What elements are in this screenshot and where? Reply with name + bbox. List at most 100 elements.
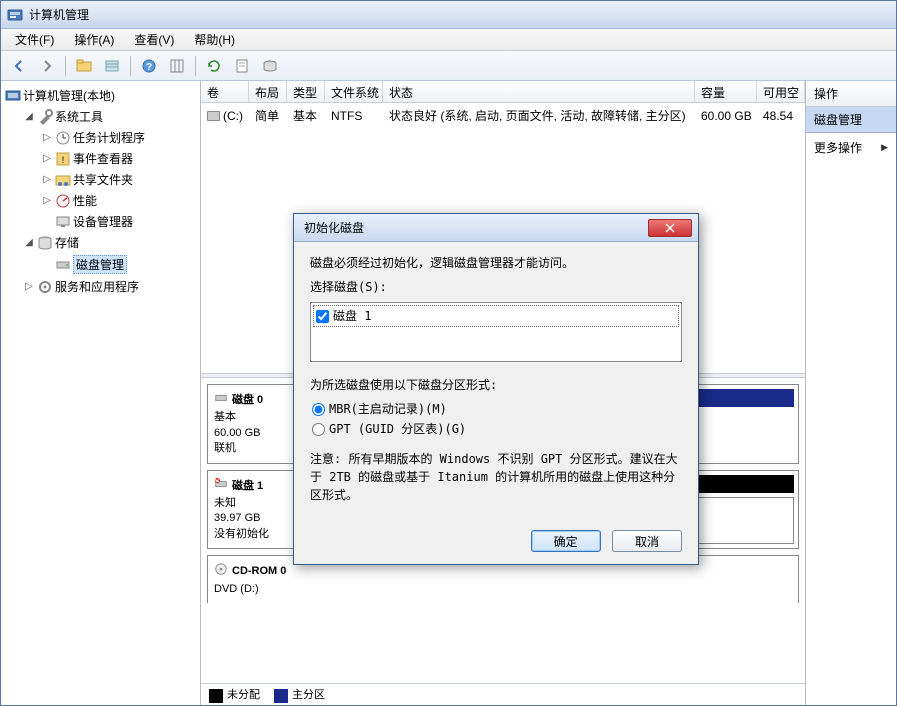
tree-diskmgmt[interactable]: 磁盘管理 (39, 253, 198, 276)
back-button[interactable] (7, 54, 31, 78)
disk0-status: 联机 (214, 441, 301, 456)
tree-devmgr[interactable]: 设备管理器 (39, 211, 198, 232)
device-icon (55, 214, 71, 230)
perf-icon (55, 193, 71, 209)
disk-warn-icon (214, 477, 228, 496)
disk1-checkbox[interactable] (316, 310, 329, 323)
collapse-icon[interactable]: ◢ (23, 111, 35, 122)
partition-style-label: 为所选磁盘使用以下磁盘分区形式: (310, 376, 682, 394)
storage-icon (37, 235, 53, 251)
app-icon (7, 7, 23, 23)
disk1-checkbox-label: 磁盘 1 (333, 307, 371, 325)
cell-free: 48.54 (757, 105, 805, 126)
tree-eventlog[interactable]: ▷!事件查看器 (39, 148, 198, 169)
disk-util-icon[interactable] (258, 54, 282, 78)
cancel-button[interactable]: 取消 (612, 530, 682, 552)
menu-file[interactable]: 文件(F) (7, 29, 62, 50)
disk-icon (214, 391, 228, 410)
initialize-disk-dialog: 初始化磁盘 磁盘必须经过初始化，逻辑磁盘管理器才能访问。 选择磁盘(S): 磁盘… (293, 213, 699, 565)
swatch-unallocated (209, 689, 223, 703)
cell-status: 状态良好 (系统, 启动, 页面文件, 活动, 故障转储, 主分区) (383, 105, 695, 126)
titlebar: 计算机管理 (1, 1, 896, 29)
svg-text:?: ? (146, 62, 152, 73)
collapse-icon[interactable]: ◢ (23, 237, 35, 248)
tree-label: 任务计划程序 (73, 129, 145, 146)
refresh-icon[interactable] (202, 54, 226, 78)
dialog-select-label: 选择磁盘(S): (310, 278, 682, 296)
col-capacity[interactable]: 容量 (695, 81, 757, 102)
col-volume[interactable]: 卷 (201, 81, 249, 102)
tree-label: 磁盘管理 (73, 255, 127, 274)
actions-pane: 操作 磁盘管理 更多操作▶ (806, 81, 896, 705)
columns-icon[interactable] (165, 54, 189, 78)
clock-icon (55, 130, 71, 146)
expand-icon[interactable]: ▷ (23, 281, 35, 292)
explorer-icon[interactable] (72, 54, 96, 78)
disk-select-list[interactable]: 磁盘 1 (310, 302, 682, 362)
menubar: 文件(F) 操作(A) 查看(V) 帮助(H) (1, 29, 896, 51)
cdrom-icon (214, 562, 228, 581)
col-free[interactable]: 可用空 (757, 81, 805, 102)
tree-label: 性能 (73, 192, 97, 209)
gpt-label: GPT (GUID 分区表)(G) (329, 420, 466, 438)
event-icon: ! (55, 151, 71, 167)
col-type[interactable]: 类型 (287, 81, 325, 102)
disk-icon (55, 257, 71, 273)
col-status[interactable]: 状态 (383, 81, 695, 102)
tree-label: 共享文件夹 (73, 171, 133, 188)
actions-diskmgmt[interactable]: 磁盘管理 (806, 107, 896, 133)
tree-shared[interactable]: ▷ 共享文件夹 (39, 169, 198, 190)
disk1-status: 没有初始化 (214, 527, 301, 542)
list-icon[interactable] (100, 54, 124, 78)
gpt-radio[interactable] (312, 423, 325, 436)
svg-text:!: ! (62, 155, 65, 165)
tree-root-label: 计算机管理(本地) (23, 87, 115, 104)
disk0-type: 基本 (214, 410, 301, 425)
mbr-radio[interactable] (312, 403, 325, 416)
tree-root[interactable]: 计算机管理(本地) (3, 85, 198, 106)
menu-help[interactable]: 帮助(H) (186, 29, 243, 50)
tree-systools[interactable]: ◢ 系统工具 (21, 106, 198, 127)
chevron-right-icon: ▶ (881, 142, 888, 153)
tree-scheduler[interactable]: ▷ 任务计划程序 (39, 127, 198, 148)
tree-storage[interactable]: ◢ 存储 (21, 232, 198, 253)
actions-header: 操作 (806, 81, 896, 107)
expand-icon[interactable]: ▷ (41, 153, 53, 164)
menu-view[interactable]: 查看(V) (126, 29, 182, 50)
tree-services[interactable]: ▷服务和应用程序 (21, 276, 198, 297)
dialog-note: 注意: 所有早期版本的 Windows 不识别 GPT 分区形式。建议在大于 2… (310, 450, 682, 504)
actions-more[interactable]: 更多操作▶ (806, 133, 896, 162)
computer-icon (5, 88, 21, 104)
expand-icon[interactable]: ▷ (41, 174, 53, 185)
disk0-name: 磁盘 0 (232, 393, 263, 408)
ok-button[interactable]: 确定 (531, 530, 601, 552)
cell-capacity: 60.00 GB (695, 105, 757, 126)
expand-icon[interactable]: ▷ (41, 132, 53, 143)
col-layout[interactable]: 布局 (249, 81, 287, 102)
dialog-titlebar[interactable]: 初始化磁盘 (294, 214, 698, 242)
disk1-type: 未知 (214, 496, 301, 511)
close-button[interactable] (648, 219, 692, 237)
cell-type: 基本 (287, 105, 325, 126)
window-title: 计算机管理 (29, 6, 89, 23)
cdrom-sub: DVD (D:) (214, 582, 302, 597)
disk0-size: 60.00 GB (214, 426, 301, 441)
disk1-size: 39.97 GB (214, 511, 301, 526)
help-icon[interactable]: ? (137, 54, 161, 78)
cell-layout: 简单 (249, 105, 287, 126)
tree-perf[interactable]: ▷ 性能 (39, 190, 198, 211)
legend-unallocated: 未分配 (227, 689, 260, 701)
forward-button[interactable] (35, 54, 59, 78)
cell-volume: (C:) (223, 109, 243, 123)
disk-select-item[interactable]: 磁盘 1 (313, 305, 679, 327)
volume-row[interactable]: (C:) 简单 基本 NTFS 状态良好 (系统, 启动, 页面文件, 活动, … (201, 103, 805, 128)
tree-label: 系统工具 (55, 108, 103, 125)
toolbar: ? (1, 51, 896, 81)
notes-icon[interactable] (230, 54, 254, 78)
dialog-message: 磁盘必须经过初始化，逻辑磁盘管理器才能访问。 (310, 254, 682, 272)
tree-label: 存储 (55, 234, 79, 251)
drive-icon (207, 111, 220, 121)
expand-icon[interactable]: ▷ (41, 195, 53, 206)
menu-action[interactable]: 操作(A) (66, 29, 122, 50)
col-filesystem[interactable]: 文件系统 (325, 81, 383, 102)
